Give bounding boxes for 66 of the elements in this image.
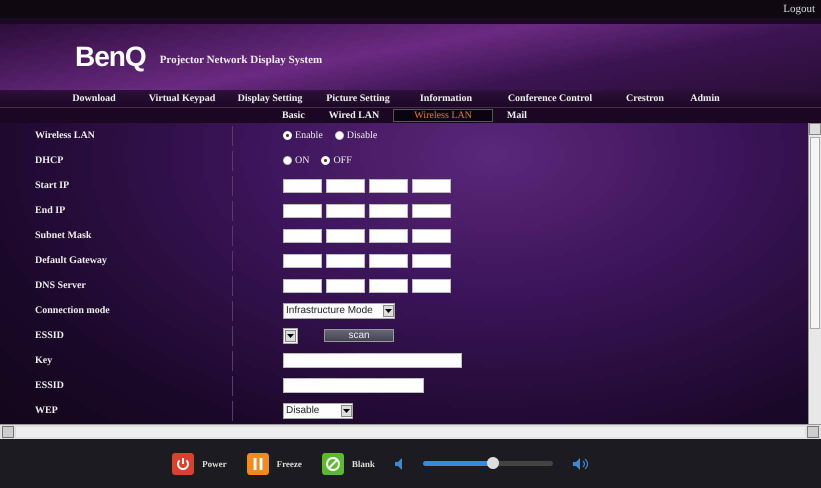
ip-octet-field[interactable] (369, 204, 408, 218)
ip-octet-field[interactable] (283, 228, 322, 242)
field-label: ESSID (34, 380, 65, 391)
horizontal-scrollbar[interactable] (0, 424, 821, 439)
ip-octet-field[interactable] (326, 228, 365, 242)
ip-octet-field[interactable] (412, 178, 451, 192)
field-label: DNS Server (34, 280, 87, 291)
field-label: End IP (34, 205, 66, 216)
radio-button[interactable] (283, 156, 292, 165)
volume-slider-thumb[interactable] (487, 457, 500, 469)
nav-tab[interactable]: Download (50, 93, 138, 104)
volume-up-icon[interactable] (572, 458, 589, 470)
freeze-button[interactable]: Freeze (246, 452, 302, 474)
field-label: Key (34, 355, 54, 366)
subnav-tab[interactable]: Wired LAN (318, 110, 390, 121)
vertical-scrollbar[interactable] (808, 123, 821, 424)
nav-tab[interactable]: Conference Control (490, 93, 610, 104)
field-label: Subnet Mask (34, 230, 92, 241)
ip-octet-field[interactable] (283, 178, 322, 192)
radio-label: ON (295, 155, 310, 166)
nav-tab[interactable]: Admin (680, 93, 730, 104)
scan-button[interactable]: scan (324, 329, 394, 342)
subnav-tab[interactable]: Basic (272, 110, 315, 121)
ip-octet-field[interactable] (326, 178, 365, 192)
subnav-tab[interactable]: Wireless LAN (393, 109, 493, 122)
logo-text: BenQ (75, 41, 146, 73)
field-label: Wireless LAN (34, 130, 96, 141)
ip-octet-field[interactable] (326, 254, 365, 268)
ip-octet-field[interactable] (326, 278, 365, 292)
dropdown[interactable]: Disable (283, 402, 353, 418)
text-field[interactable] (283, 378, 424, 393)
nav-tab[interactable]: Crestron (610, 93, 680, 104)
field-label: Default Gateway (34, 255, 108, 266)
ip-octet-field[interactable] (326, 204, 365, 218)
ip-octet-field[interactable] (412, 204, 451, 218)
radio-label: Enable (295, 130, 323, 141)
logout-link[interactable]: Logout (783, 3, 815, 15)
nav-tab[interactable]: Information (402, 93, 490, 104)
blank-button[interactable]: Blank (322, 452, 375, 474)
nav-tab[interactable]: Picture Setting (314, 93, 402, 104)
nav-tab[interactable]: Display Setting (226, 93, 314, 104)
volume-down-icon[interactable] (394, 458, 403, 470)
field-label: DHCP (34, 155, 64, 166)
text-field[interactable] (283, 353, 462, 368)
ip-octet-field[interactable] (412, 254, 451, 268)
radio-label: OFF (333, 155, 352, 166)
ip-octet-field[interactable] (283, 254, 322, 268)
ip-octet-field[interactable] (412, 278, 451, 292)
ip-octet-field[interactable] (283, 278, 322, 292)
ip-octet-field[interactable] (412, 228, 451, 242)
subnav-tab[interactable]: Mail (496, 110, 537, 121)
nav-tab[interactable]: Virtual Keypad (138, 93, 226, 104)
radio-button[interactable] (334, 131, 344, 140)
ip-octet-field[interactable] (369, 228, 408, 242)
ip-octet-field[interactable] (369, 254, 408, 268)
ip-octet-field[interactable] (369, 278, 408, 292)
ip-octet-field[interactable] (283, 204, 322, 218)
radio-label: Disable (346, 130, 378, 141)
field-label: Start IP (34, 180, 70, 191)
field-label: WEP (34, 405, 59, 416)
dropdown[interactable]: Infrastructure Mode (283, 302, 395, 318)
power-button[interactable]: Power (172, 452, 227, 474)
field-label: Connection mode (34, 305, 111, 316)
system-title: Projector Network Display System (160, 54, 322, 66)
field-label: ESSID (34, 330, 65, 341)
ip-octet-field[interactable] (369, 178, 408, 192)
